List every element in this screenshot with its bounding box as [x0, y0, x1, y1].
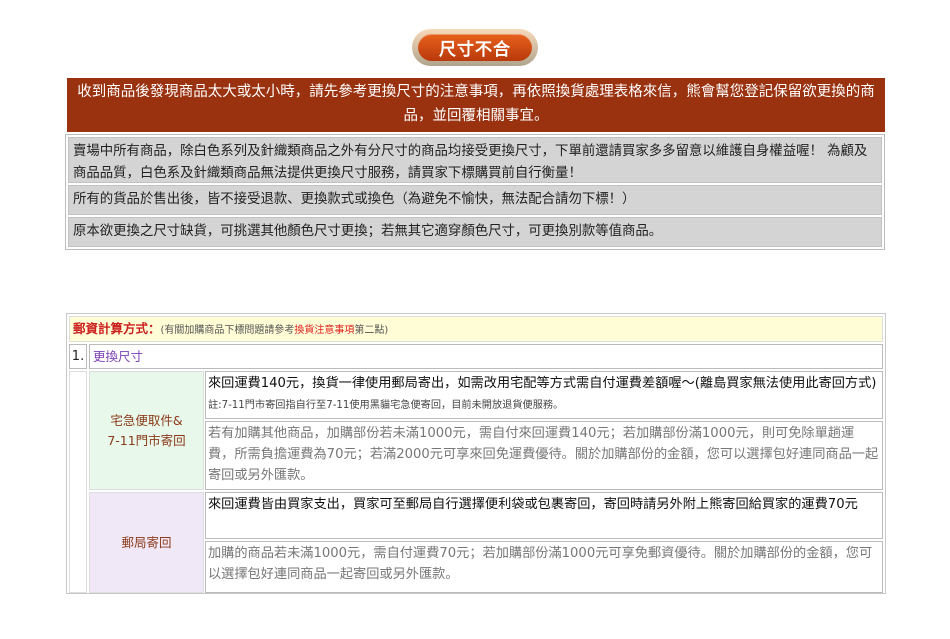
- title-badge: 尺寸不合: [412, 29, 538, 66]
- notice-banner: 收到商品後發現商品太大或太小時，請先參考更換尺寸的注意事項，再依照換貨處理表格來…: [67, 78, 885, 132]
- method-name: 宅急便取件& 7-11門市寄回: [107, 412, 186, 448]
- postage-note-post: 第二點): [354, 325, 389, 336]
- detail-text: 來回運費140元，換貨一律使用郵局寄出，如需改用宅配等方式需自付運費差額喔～(離…: [208, 376, 877, 391]
- postage-note-pre: (有關加購商品下標問題請參考: [160, 325, 295, 336]
- page-title: 尺寸不合: [418, 34, 532, 61]
- method-sub-detail: 若有加購其他商品，加購部份若未滿1000元，需自付來回運費140元；若加購部份滿…: [205, 421, 883, 490]
- method-name: 郵局寄回: [121, 534, 172, 550]
- rule-row: 所有的貨品於售出後，皆不接受退款、更換款式或換色（為避免不愉快，無法配合請勿下標…: [68, 185, 882, 215]
- detail-footnote: 註:7-11門市寄回指自行至7-11使用黑貓宅急便寄回，目前未開放退貨便服務。: [208, 400, 564, 411]
- exchange-notes-link[interactable]: 換貨注意事項: [294, 325, 354, 336]
- method-main-detail: 來回運費140元，換貨一律使用郵局寄出，如需改用宅配等方式需自付運費差額喔～(離…: [205, 371, 883, 419]
- rule-row: 原本欲更換之尺寸缺貨，可挑選其他顏色尺寸更換；若無其它適穿顏色尺寸，可更換別款等…: [68, 217, 882, 247]
- method-sub-detail: 加購的商品若未滿1000元，需自付運費70元；若加購部份滿1000元可享免郵資優…: [205, 541, 883, 593]
- item-number: 1.: [69, 344, 87, 369]
- postage-table: 郵資計算方式：(有關加購商品下標問題請參考換貨注意事項第二點) 1. 更換尺寸 …: [66, 313, 886, 594]
- method-home-delivery: 宅急便取件& 7-11門市寄回: [89, 371, 204, 490]
- postage-header: 郵資計算方式：(有關加購商品下標問題請參考換貨注意事項第二點): [69, 316, 883, 342]
- item-title: 更換尺寸: [89, 344, 883, 369]
- postage-label: 郵資計算方式：: [73, 321, 161, 336]
- postage-note: (有關加購商品下標問題請參考換貨注意事項第二點): [161, 325, 389, 336]
- rules-table: 賣場中所有商品，除白色系列及針織類商品之外有分尺寸的商品均接受更換尺寸，下單前還…: [65, 134, 885, 250]
- rule-row: 賣場中所有商品，除白色系列及針織類商品之外有分尺寸的商品均接受更換尺寸，下單前還…: [68, 137, 882, 183]
- method-main-detail: 來回運費皆由買家支出，買家可至郵局自行選擇便利袋或包裹寄回，寄回時請另外附上熊寄…: [205, 492, 883, 539]
- method-post-office: 郵局寄回: [89, 492, 204, 593]
- indent-cell: [69, 371, 87, 593]
